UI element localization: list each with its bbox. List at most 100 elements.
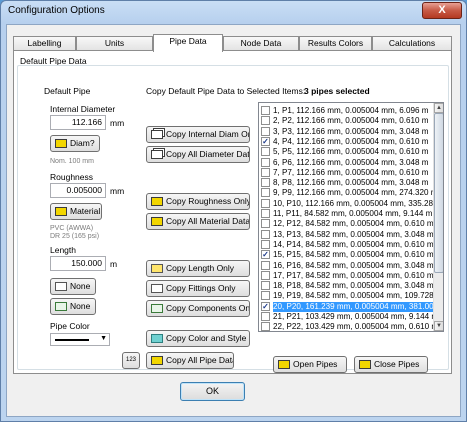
tab-units[interactable]: Units <box>76 36 153 51</box>
material-button[interactable]: Material <box>50 203 102 220</box>
pipe-list-item[interactable]: 8, P8, 112.166 mm, 0.005004 mm, 3.048 m <box>261 178 433 188</box>
scroll-down-icon[interactable]: ▼ <box>434 321 443 331</box>
copy-all-diameter-data-button[interactable]: Copy All Diameter Data <box>146 146 250 163</box>
copy-length-only-button[interactable]: Copy Length Only <box>146 260 250 277</box>
pipe-checkbox[interactable] <box>261 291 270 301</box>
open-pipes-button[interactable]: Open Pipes <box>273 356 347 373</box>
pipe-list-item[interactable]: ✓ 20, P20, 161.239 mm, 0.005004 mm, 381.0… <box>261 301 443 312</box>
copy-roughness-only-button[interactable]: Copy Roughness Only <box>146 193 250 210</box>
selection-count: 3 pipes selected <box>304 86 370 96</box>
pipe-list-item[interactable]: 7, P7, 112.166 mm, 0.005004 mm, 0.610 m <box>261 167 433 178</box>
pipe-list-item[interactable]: 22, P22, 103.429 mm, 0.005004 mm, 0.610 … <box>261 322 438 331</box>
pipe-checkbox[interactable] <box>261 312 270 321</box>
pipe-checkbox[interactable] <box>261 239 270 249</box>
pipe-list-item[interactable]: 12, P12, 84.582 mm, 0.005004 mm, 0.610 m <box>261 219 434 229</box>
copy-internal-diam-only-button[interactable]: Copy Internal Diam Only <box>146 126 250 143</box>
copy-fittings-only-button[interactable]: Copy Fittings Only <box>146 280 250 297</box>
fittings-icon <box>151 284 163 293</box>
pipe-checkbox[interactable]: ✓ <box>261 301 270 311</box>
pipe-list-item[interactable]: 21, P21, 103.429 mm, 0.005004 mm, 9.144 … <box>261 312 438 322</box>
pipe-list-item[interactable]: 2, P2, 112.166 mm, 0.005004 mm, 0.610 m <box>261 116 433 126</box>
pipe-list-item[interactable]: 9, P9, 112.166 mm, 0.005004 mm, 274.320 … <box>261 188 438 198</box>
copy-all-material-data-button[interactable]: Copy All Material Data <box>146 213 250 230</box>
pipe-list-item[interactable]: 19, P19, 84.582 mm, 0.005004 mm, 109.728… <box>261 291 443 301</box>
tab-pipe-data[interactable]: Pipe Data <box>153 34 223 52</box>
tab-labelling[interactable]: Labelling <box>13 36 76 51</box>
scroll-thumb[interactable] <box>434 113 443 273</box>
pipe-list-item-label: 14, P14, 84.582 mm, 0.005004 mm, 0.610 m <box>273 239 434 249</box>
ok-button[interactable]: OK <box>180 382 245 401</box>
roughness-input[interactable]: 0.005000 <box>50 183 106 198</box>
pipe-color-dropdown[interactable]: ▼ <box>50 333 110 346</box>
copy-components-only-button[interactable]: Copy Components Only <box>146 300 250 317</box>
material-note-1: PVC (AWWA) <box>50 225 94 232</box>
close-button[interactable]: X <box>422 2 462 19</box>
length-input[interactable]: 150.000 <box>50 256 106 271</box>
pipe-checkbox[interactable] <box>261 126 270 136</box>
components-button[interactable]: None <box>50 298 96 315</box>
pipe-checkbox[interactable] <box>261 260 270 270</box>
copy-color-and-style-button[interactable]: Copy Color and Style <box>146 330 250 347</box>
copy-icon <box>151 150 163 159</box>
window-title: Configuration Options <box>8 5 105 16</box>
pipe-checkbox[interactable] <box>261 167 270 177</box>
pipe-list-item[interactable]: 6, P6, 112.166 mm, 0.005004 mm, 3.048 m <box>261 157 433 168</box>
diam-button[interactable]: Diam? <box>50 135 100 152</box>
pipe-list-item[interactable]: 11, P11, 84.582 mm, 0.005004 mm, 9.144 m <box>261 209 433 219</box>
pipe-list-item[interactable]: 13, P13, 84.582 mm, 0.005004 mm, 3.048 m <box>261 229 434 240</box>
pipe-list-item[interactable]: 5, P5, 112.166 mm, 0.005004 mm, 0.610 m <box>261 147 433 157</box>
pipe-list-scrollbar[interactable]: ▲ ▼ <box>433 103 443 331</box>
pipe-checkbox[interactable] <box>261 178 270 188</box>
pipe-list-item[interactable]: 10, P10, 112.166 mm, 0.005004 mm, 335.28… <box>261 198 443 209</box>
ruler-icon <box>151 264 163 273</box>
pipe-list-item-label: 6, P6, 112.166 mm, 0.005004 mm, 3.048 m <box>273 157 429 167</box>
pipe-checkbox[interactable] <box>261 322 270 331</box>
pipe-list-item[interactable]: 17, P17, 84.582 mm, 0.005004 mm, 0.610 m <box>261 270 434 281</box>
tab-calculations[interactable]: Calculations <box>372 36 452 51</box>
material-icon <box>55 207 67 216</box>
pipe-list-item[interactable]: 3, P3, 112.166 mm, 0.005004 mm, 3.048 m <box>261 126 433 137</box>
pipe-icon <box>55 139 67 148</box>
pipe-list-item[interactable]: 1, P1, 112.166 mm, 0.005004 mm, 6.096 m <box>261 106 433 116</box>
scroll-up-icon[interactable]: ▲ <box>434 103 443 113</box>
roughness-label: Roughness <box>50 172 94 182</box>
pipe-checkbox[interactable]: ✓ <box>261 250 270 260</box>
pipe-checkbox[interactable] <box>261 157 270 167</box>
pipe-checkbox[interactable]: ✓ <box>261 136 270 146</box>
pipe-list[interactable]: 1, P1, 112.166 mm, 0.005004 mm, 6.096 m2… <box>258 102 444 332</box>
internal-diameter-input[interactable]: 112.166 <box>50 115 106 130</box>
pipe-checkbox[interactable] <box>261 188 270 198</box>
numbers-icon-button[interactable]: 123 <box>122 352 140 369</box>
pipe-checkbox[interactable] <box>261 116 270 126</box>
title-bar[interactable]: Configuration Options X <box>1 1 466 23</box>
pipe-checkbox[interactable] <box>261 229 270 239</box>
open-pipe-icon <box>278 360 290 369</box>
copy-all-pipe-data-button[interactable]: Copy All Pipe Data <box>146 352 234 369</box>
pipe-checkbox[interactable] <box>261 198 270 208</box>
pipe-checkbox[interactable] <box>261 270 270 280</box>
pipe-data-tab-page: Default Pipe Data Default Pipe Internal … <box>13 50 452 374</box>
close-pipes-button[interactable]: Close Pipes <box>354 356 428 373</box>
copy-length-only-label: Copy Length Only <box>166 263 235 273</box>
fittings-button[interactable]: None <box>50 278 96 295</box>
pipe-checkbox[interactable] <box>261 219 270 229</box>
pipe-checkbox[interactable] <box>261 281 270 291</box>
close-pipes-label: Close Pipes <box>374 359 420 369</box>
open-pipes-label: Open Pipes <box>293 359 338 369</box>
pipe-checkbox[interactable] <box>261 147 270 157</box>
tab-strip: Labelling Units Pipe Data Node Data Resu… <box>13 34 453 52</box>
pipe-checkbox[interactable] <box>261 106 270 115</box>
tab-results-colors[interactable]: Results Colors <box>299 36 372 51</box>
pipe-list-item-label: 3, P3, 112.166 mm, 0.005004 mm, 3.048 m <box>273 126 429 136</box>
pipe-list-item[interactable]: ✓ 15, P15, 84.582 mm, 0.005004 mm, 0.610 … <box>261 250 434 260</box>
pipe-list-item[interactable]: 18, P18, 84.582 mm, 0.005004 mm, 3.048 m <box>261 281 434 291</box>
pipe-list-item[interactable]: ✓ 4, P4, 112.166 mm, 0.005004 mm, 0.610 m <box>261 136 433 147</box>
pipe-checkbox[interactable] <box>261 209 270 218</box>
components-icon <box>151 304 163 313</box>
tab-node-data[interactable]: Node Data <box>223 36 299 51</box>
pipe-list-item[interactable]: 16, P16, 84.582 mm, 0.005004 mm, 3.048 m <box>261 260 434 271</box>
pipe-list-item-label: 16, P16, 84.582 mm, 0.005004 mm, 3.048 m <box>273 260 434 270</box>
pipe-list-item-label: 5, P5, 112.166 mm, 0.005004 mm, 0.610 m <box>273 147 429 157</box>
diam-button-label: Diam? <box>70 138 95 148</box>
pipe-list-item[interactable]: 14, P14, 84.582 mm, 0.005004 mm, 0.610 m <box>261 239 434 250</box>
